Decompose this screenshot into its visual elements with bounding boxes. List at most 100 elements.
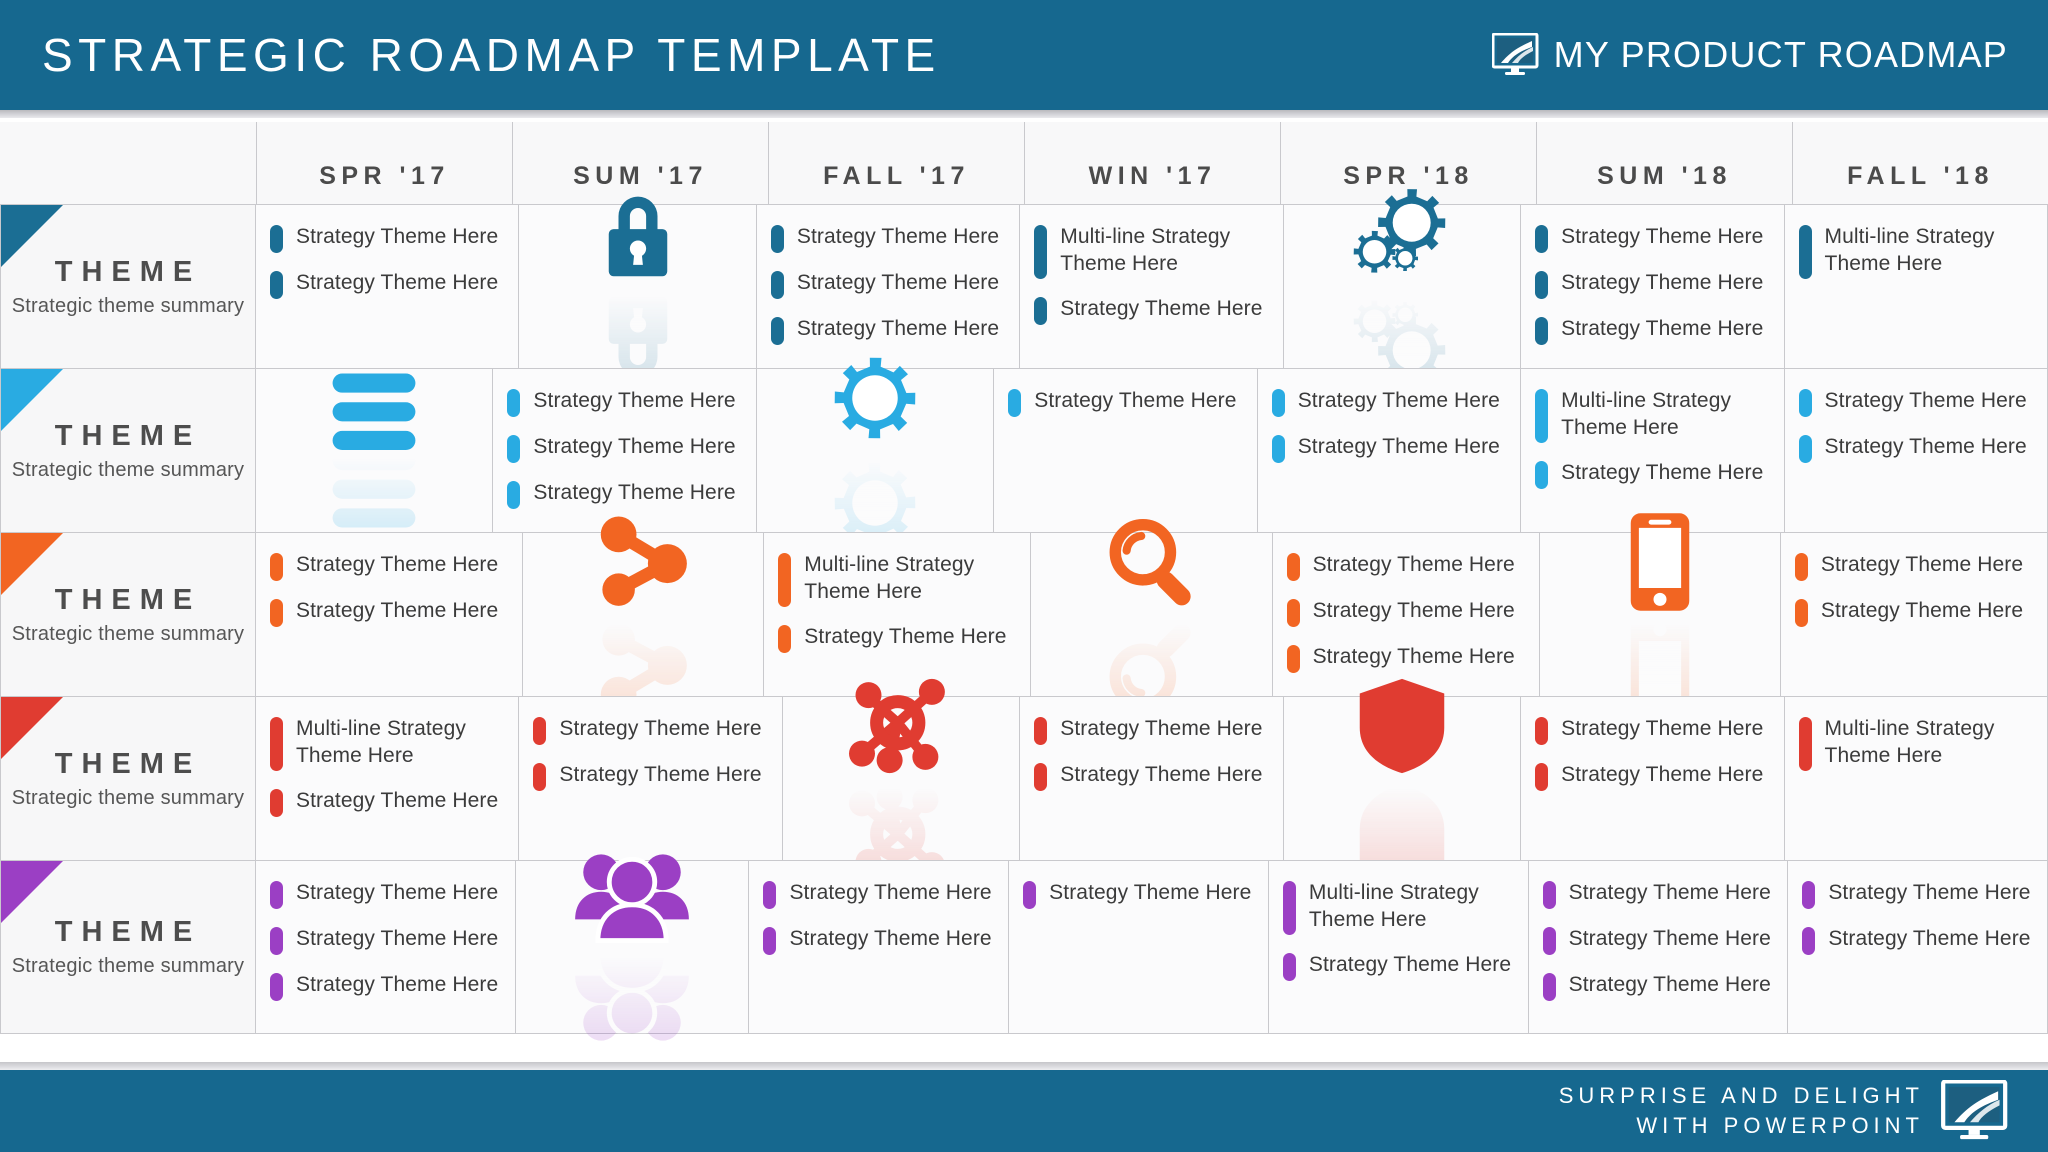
strategy-item[interactable]: Strategy Theme Here <box>533 715 769 745</box>
milestone-cell[interactable]: Strategy Theme Here Strategy Theme Here … <box>756 205 1021 368</box>
strategy-item[interactable]: Strategy Theme Here <box>270 269 506 299</box>
milestone-cell[interactable]: Strategy Theme Here Strategy Theme Here <box>1257 369 1522 532</box>
icon-cell-share-nodes[interactable] <box>523 516 765 713</box>
strategy-item[interactable]: Strategy Theme Here <box>507 479 743 509</box>
strategy-item[interactable]: Strategy Theme Here <box>778 623 1018 653</box>
strategy-item[interactable]: Strategy Theme Here <box>1286 597 1527 627</box>
strategy-item[interactable]: Strategy Theme Here <box>1034 295 1270 325</box>
strategy-item[interactable]: Strategy Theme Here <box>270 971 503 1001</box>
milestone-cell[interactable]: Multi-line Strategy Theme Here <box>1784 205 2048 368</box>
icon-cell-network-hub[interactable] <box>782 678 1021 879</box>
strategy-item[interactable]: Strategy Theme Here <box>770 315 1007 345</box>
strategy-item[interactable]: Strategy Theme Here <box>270 223 506 253</box>
icon-cell-people-group[interactable] <box>515 853 750 1041</box>
icon-cell-magnifier[interactable] <box>1031 518 1273 711</box>
strategy-item[interactable]: Strategy Theme Here <box>1282 951 1516 981</box>
milestone-cell[interactable]: Strategy Theme Here Strategy Theme Here … <box>1528 861 1789 1033</box>
strategy-item[interactable]: Strategy Theme Here <box>1286 643 1527 673</box>
strategy-item-accent-bar <box>1271 435 1285 463</box>
milestone-cell[interactable]: Multi-line Strategy Theme Here Strategy … <box>256 697 520 860</box>
strategy-item[interactable]: Strategy Theme Here <box>1535 715 1771 745</box>
milestone-cell[interactable]: Strategy Theme Here Strategy Theme Here … <box>1272 533 1540 696</box>
shield-icon <box>1354 674 1450 883</box>
theme-cell[interactable]: THEME Strategic theme summary <box>0 861 256 1033</box>
strategy-item[interactable]: Multi-line Strategy Theme Here <box>270 715 506 771</box>
strategy-item[interactable]: Strategy Theme Here <box>1798 387 2035 417</box>
strategy-item[interactable]: Strategy Theme Here <box>763 879 996 909</box>
milestone-cell[interactable]: Strategy Theme Here Strategy Theme Here … <box>493 369 757 532</box>
milestone-cell[interactable]: Multi-line Strategy Theme Here <box>1784 697 2048 860</box>
strategy-item[interactable]: Strategy Theme Here <box>1798 433 2035 463</box>
strategy-item[interactable]: Strategy Theme Here <box>270 925 503 955</box>
icon-cell-smartphone[interactable] <box>1539 513 1781 716</box>
milestone-cell[interactable]: Strategy Theme Here Strategy Theme Here <box>519 697 783 860</box>
theme-cell[interactable]: THEME Strategic theme summary <box>0 369 256 532</box>
strategy-item[interactable]: Strategy Theme Here <box>1802 879 2035 909</box>
strategy-item[interactable]: Strategy Theme Here <box>270 597 510 627</box>
milestone-cell[interactable]: Strategy Theme Here <box>994 369 1258 532</box>
milestone-cell[interactable]: Strategy Theme Here Strategy Theme Here <box>1784 369 2048 532</box>
milestone-cell[interactable]: Multi-line Strategy Theme Here Strategy … <box>764 533 1032 696</box>
strategy-item-accent-bar <box>507 435 521 463</box>
strategy-item[interactable]: Strategy Theme Here <box>270 879 503 909</box>
strategy-item[interactable]: Strategy Theme Here <box>1271 433 1508 463</box>
strategy-item[interactable]: Strategy Theme Here <box>1034 715 1270 745</box>
strategy-item[interactable]: Strategy Theme Here <box>270 787 506 817</box>
milestone-cell[interactable]: Multi-line Strategy Theme Here Strategy … <box>1268 861 1529 1033</box>
strategy-item[interactable]: Strategy Theme Here <box>770 269 1007 299</box>
milestone-cell[interactable]: Strategy Theme Here Strategy Theme Here <box>1788 861 2048 1033</box>
strategy-item[interactable]: Multi-line Strategy Theme Here <box>1535 387 1771 443</box>
strategy-item[interactable]: Strategy Theme Here <box>270 551 510 581</box>
strategy-item[interactable]: Multi-line Strategy Theme Here <box>1798 223 2035 279</box>
strategy-item[interactable]: Strategy Theme Here <box>1542 925 1776 955</box>
milestone-cell[interactable]: Strategy Theme Here Strategy Theme Here <box>256 205 520 368</box>
icon-cell-shield[interactable] <box>1283 678 1522 879</box>
icon-cell-menu[interactable] <box>256 369 494 532</box>
strategy-item[interactable]: Multi-line Strategy Theme Here <box>1034 223 1270 279</box>
strategy-item[interactable]: Strategy Theme Here <box>770 223 1007 253</box>
milestone-cell[interactable]: Strategy Theme Here Strategy Theme Here … <box>256 861 516 1033</box>
strategy-item[interactable]: Multi-line Strategy Theme Here <box>778 551 1018 607</box>
theme-cell[interactable]: THEME Strategic theme summary <box>0 697 256 860</box>
strategy-item[interactable]: Strategy Theme Here <box>533 761 769 791</box>
strategy-item[interactable]: Strategy Theme Here <box>1286 551 1527 581</box>
milestone-cell[interactable]: Strategy Theme Here Strategy Theme Here <box>1521 697 1785 860</box>
strategy-item-accent-bar <box>1535 225 1549 253</box>
strategy-item[interactable]: Strategy Theme Here <box>1794 597 2035 627</box>
milestone-cell[interactable]: Strategy Theme Here Strategy Theme Here <box>1780 533 2048 696</box>
icon-cell-gear[interactable] <box>756 357 995 544</box>
strategy-item[interactable]: Strategy Theme Here <box>1802 925 2035 955</box>
strategy-item[interactable]: Strategy Theme Here <box>1535 269 1771 299</box>
strategy-item[interactable]: Strategy Theme Here <box>1794 551 2035 581</box>
strategy-item[interactable]: Strategy Theme Here <box>507 387 743 417</box>
strategy-item[interactable]: Strategy Theme Here <box>1271 387 1508 417</box>
strategy-item[interactable]: Strategy Theme Here <box>1034 761 1270 791</box>
milestone-cell[interactable]: Multi-line Strategy Theme Here Strategy … <box>1020 205 1284 368</box>
strategy-item[interactable]: Strategy Theme Here <box>1535 223 1771 253</box>
strategy-item[interactable]: Multi-line Strategy Theme Here <box>1282 879 1516 935</box>
strategy-item[interactable]: Strategy Theme Here <box>1535 459 1771 489</box>
strategy-item[interactable]: Strategy Theme Here <box>1535 315 1771 345</box>
strategy-item-accent-bar <box>1542 973 1556 1001</box>
milestone-cell[interactable]: Strategy Theme Here <box>1009 861 1269 1033</box>
milestone-cell[interactable]: Strategy Theme Here Strategy Theme Here <box>1020 697 1284 860</box>
milestone-cell[interactable]: Strategy Theme Here Strategy Theme Here <box>256 533 524 696</box>
strategy-item[interactable]: Strategy Theme Here <box>1542 971 1776 1001</box>
icon-cell-gears[interactable] <box>1283 189 1522 384</box>
strategy-item[interactable]: Strategy Theme Here <box>1535 761 1771 791</box>
strategy-item[interactable]: Multi-line Strategy Theme Here <box>1798 715 2035 771</box>
icon-cell-lock[interactable] <box>519 196 757 377</box>
milestone-cell[interactable]: Strategy Theme Here Strategy Theme Here <box>749 861 1010 1033</box>
milestone-cell[interactable]: Multi-line Strategy Theme Here Strategy … <box>1521 369 1785 532</box>
roadmap-row: THEME Strategic theme summary Strategy T… <box>0 357 2048 544</box>
strategy-item[interactable]: Strategy Theme Here <box>763 925 996 955</box>
strategy-item-accent-bar <box>1034 763 1048 791</box>
strategy-item[interactable]: Strategy Theme Here <box>1542 879 1776 909</box>
theme-cell[interactable]: THEME Strategic theme summary <box>0 205 256 368</box>
strategy-item[interactable]: Strategy Theme Here <box>507 433 743 463</box>
gear-icon <box>823 346 927 555</box>
strategy-item[interactable]: Strategy Theme Here <box>1023 879 1256 909</box>
milestone-cell[interactable]: Strategy Theme Here Strategy Theme Here … <box>1521 205 1785 368</box>
strategy-item[interactable]: Strategy Theme Here <box>1008 387 1244 417</box>
theme-cell[interactable]: THEME Strategic theme summary <box>0 533 256 696</box>
